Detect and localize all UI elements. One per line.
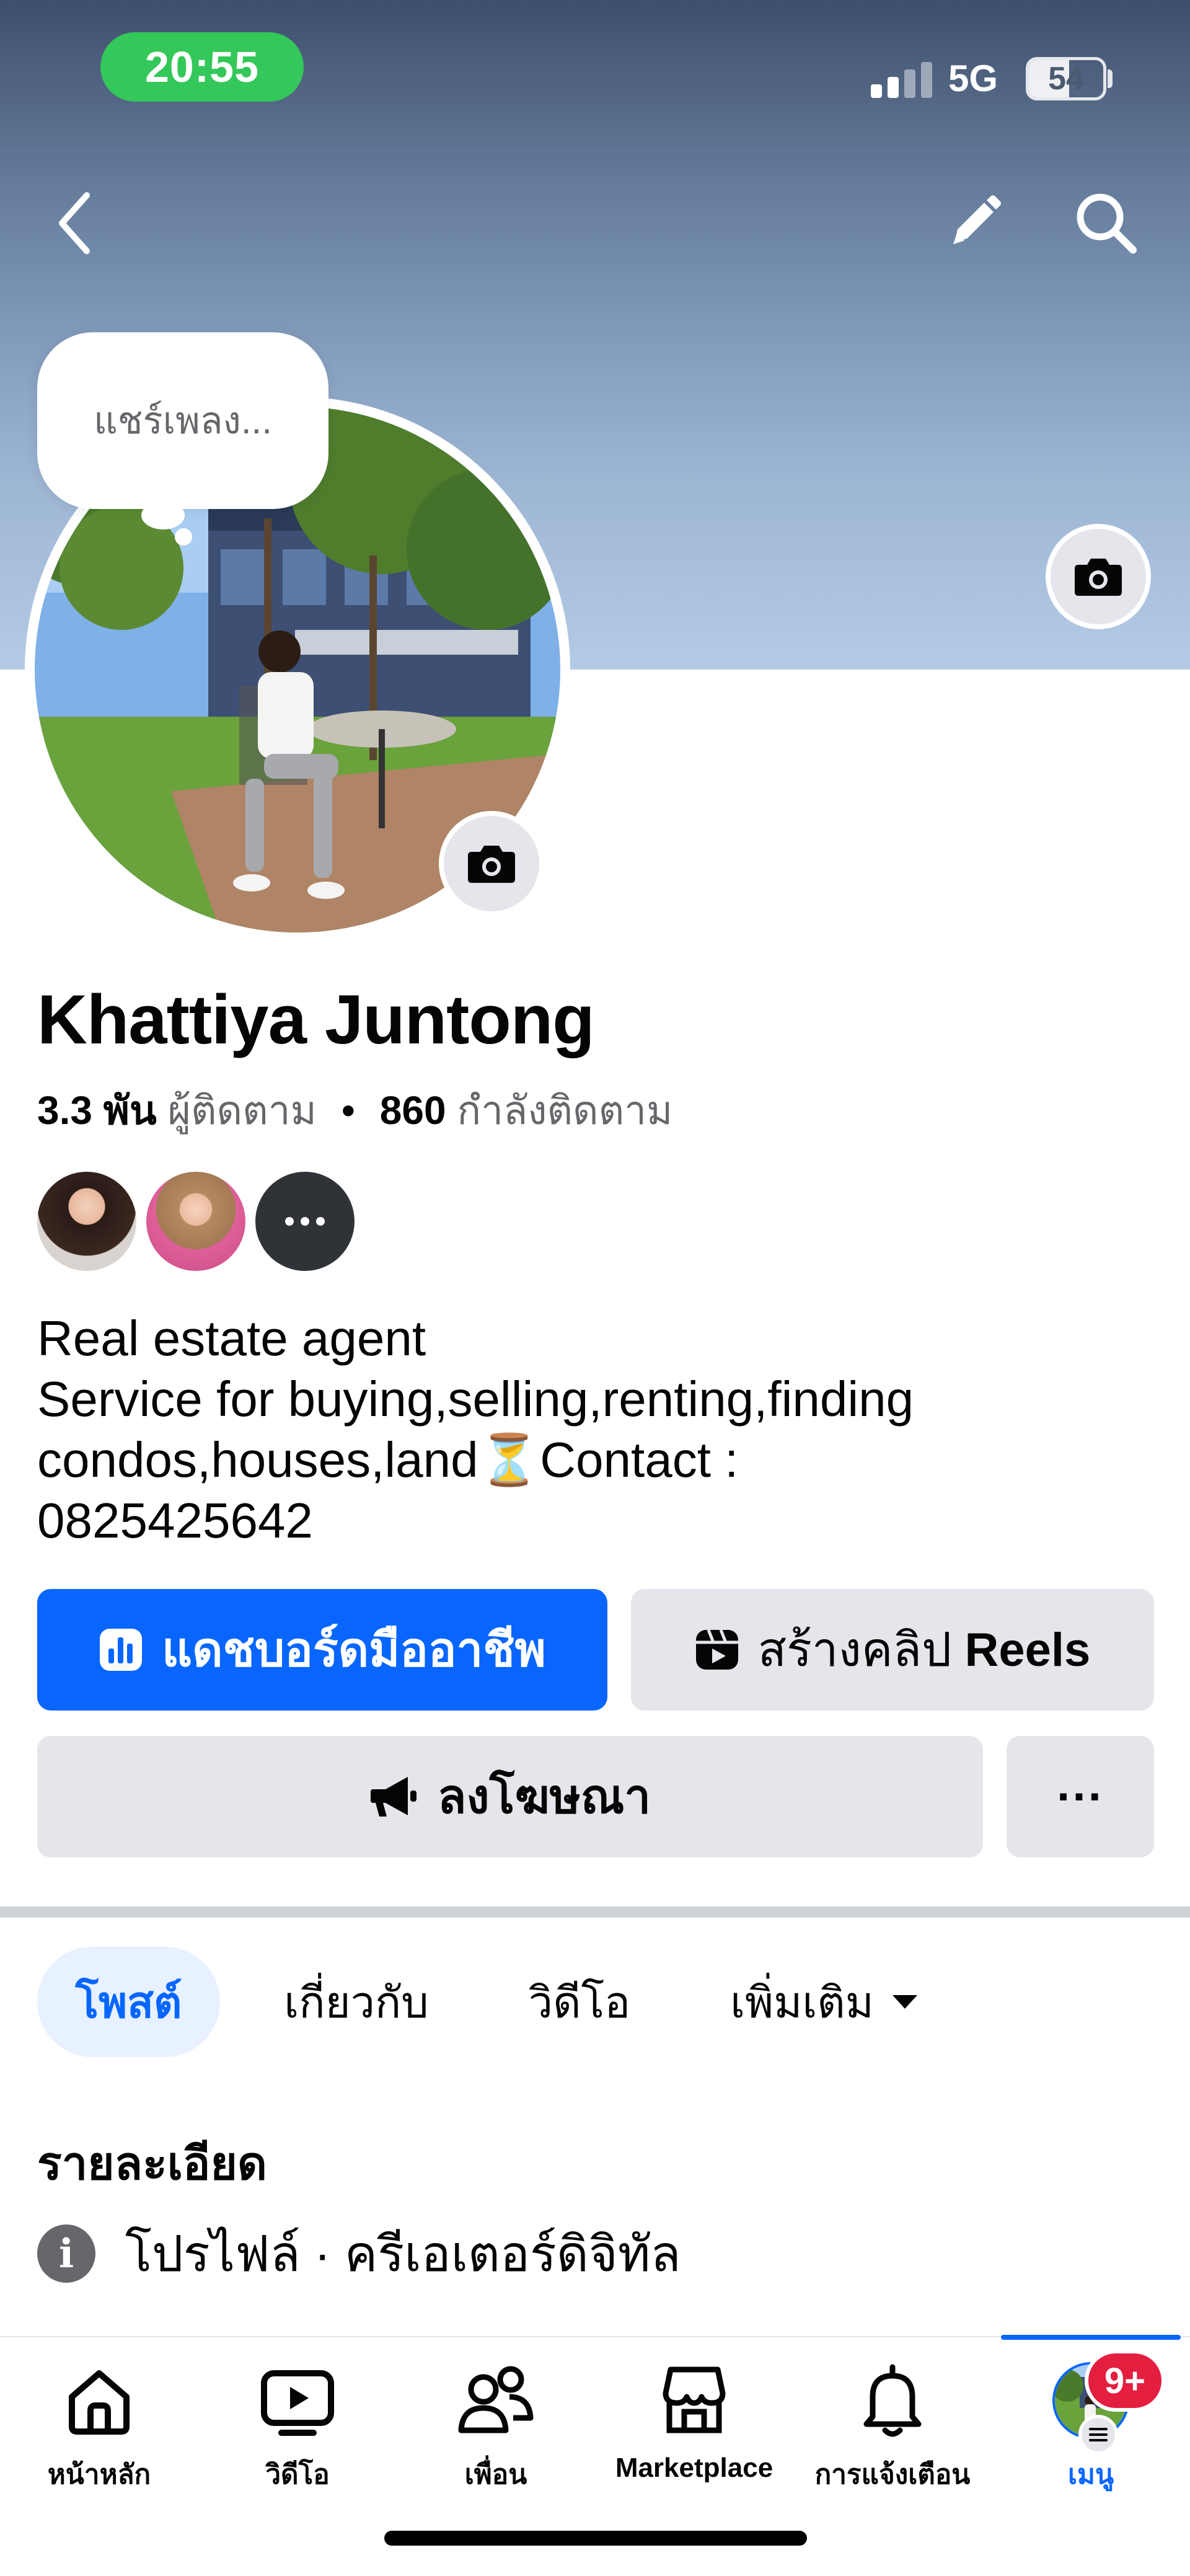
tab-about-label: เกี่ยวกับ	[284, 1978, 429, 2027]
nav-home-label: หน้าหลัก	[47, 2459, 151, 2490]
follower-avatar[interactable]	[37, 1172, 136, 1271]
bio-line: condos,houses,land⏳Contact :	[37, 1432, 739, 1487]
tab-posts-label: โพสต์	[75, 1978, 182, 2027]
friends-icon	[458, 2366, 534, 2433]
followers-count: 3.3 พัน	[37, 1088, 157, 1133]
nav-friends[interactable]: เพื่อน	[397, 2362, 595, 2505]
caret-down-icon	[892, 1995, 917, 2009]
profile-name: Khattiya Juntong	[37, 981, 595, 1058]
tab-posts[interactable]: โพสต์	[37, 1947, 220, 2057]
home-indicator	[384, 2531, 807, 2546]
search-button[interactable]	[1066, 186, 1147, 260]
reels-suffix: Reels	[964, 1624, 1091, 1676]
dashboard-label: แดชบอร์ดมืออาชีพ	[162, 1624, 546, 1676]
nav-notifications[interactable]: การแจ้งเตือน	[793, 2362, 992, 2505]
tab-about[interactable]: เกี่ยวกับ	[260, 1947, 452, 2057]
signal-icon	[871, 61, 933, 98]
edit-button[interactable]	[936, 186, 1010, 260]
status-time: 20:55	[100, 32, 304, 102]
more-followers-button[interactable]	[255, 1172, 355, 1271]
details-title: รายละเอียด	[37, 2138, 267, 2189]
camera-icon	[1075, 559, 1122, 596]
section-divider	[0, 1906, 1190, 1918]
marketplace-icon	[663, 2366, 726, 2433]
reels-icon	[695, 1629, 738, 1670]
stats-separator: •	[341, 1088, 355, 1133]
more-dots-icon	[285, 1217, 325, 1226]
menu-lines-icon	[1078, 2415, 1118, 2454]
nav-home[interactable]: หน้าหลัก	[0, 2362, 198, 2505]
profile-type-row: i โปรไฟล์ · ครีเอเตอร์ดิจิทัล	[37, 2213, 681, 2294]
bio-line: 0825425642	[37, 1493, 313, 1548]
battery-icon: 54	[1026, 57, 1106, 100]
nav-marketplace[interactable]: Marketplace	[595, 2362, 793, 2505]
professional-dashboard-button[interactable]: แดชบอร์ดมืออาชีพ	[37, 1589, 607, 1711]
profile-type-text: โปรไฟล์ · ครีเอเตอร์ดิจิทัล	[125, 2226, 681, 2282]
tab-videos[interactable]: วิดีโอ	[496, 1947, 663, 2057]
bio-line: Service for buying,selling,renting,findi…	[37, 1371, 914, 1427]
info-icon: i	[37, 2224, 95, 2283]
tab-more[interactable]: เพิ่มเติม	[707, 1947, 942, 2057]
nav-notifications-label: การแจ้งเตือน	[814, 2459, 971, 2490]
search-icon	[1077, 193, 1137, 254]
back-button[interactable]	[43, 186, 105, 260]
note-bubble-tail	[141, 501, 185, 529]
nav-menu-label: เมนู	[1067, 2459, 1114, 2490]
create-reels-button[interactable]: สร้างคลิป Reels	[631, 1589, 1154, 1711]
nav-marketplace-label: Marketplace	[615, 2453, 774, 2483]
chevron-left-icon	[59, 192, 90, 254]
more-actions-label: ···	[1057, 1770, 1104, 1823]
bell-icon	[863, 2364, 922, 2437]
nav-video-label: วิดีโอ	[265, 2459, 330, 2490]
more-actions-button[interactable]: ···	[1007, 1736, 1154, 1857]
video-icon	[261, 2370, 334, 2436]
profile-camera-button[interactable]	[439, 811, 544, 916]
advertise-label: ลงโฆษณา	[437, 1771, 651, 1823]
nav-friends-label: เพื่อน	[464, 2459, 527, 2490]
tab-videos-label: วิดีโอ	[528, 1978, 631, 2027]
profile-bio: Real estate agent Service for buying,sel…	[37, 1308, 1128, 1551]
dashboard-chart-icon	[100, 1629, 143, 1671]
followers-label: ผู้ติดตาม	[167, 1088, 317, 1133]
cover-camera-button[interactable]	[1046, 524, 1151, 629]
note-bubble[interactable]: แชร์เพลง...	[37, 332, 328, 509]
home-icon	[69, 2370, 130, 2435]
reels-prefix: สร้างคลิป	[757, 1624, 965, 1676]
tab-more-label: เพิ่มเติม	[730, 1978, 874, 2027]
notification-badge: 9+	[1085, 2350, 1165, 2412]
camera-icon	[468, 846, 515, 883]
follower-avatar[interactable]	[146, 1172, 245, 1271]
following-label: กำลังติดตาม	[457, 1088, 673, 1133]
nav-video[interactable]: วิดีโอ	[198, 2362, 397, 2505]
battery-tip	[1108, 69, 1113, 88]
battery-level: 54	[1048, 61, 1084, 97]
network-label: 5G	[948, 58, 998, 99]
megaphone-icon	[370, 1777, 416, 1817]
advertise-button[interactable]: ลงโฆษณา	[37, 1736, 983, 1857]
bio-line: Real estate agent	[37, 1311, 426, 1366]
following-count: 860	[379, 1088, 446, 1133]
follow-stats[interactable]: 3.3 พัน ผู้ติดตาม • 860 กำลังติดตาม	[37, 1079, 672, 1142]
note-bubble-tail-dot	[175, 528, 192, 546]
nav-active-indicator	[1001, 2335, 1181, 2340]
pencil-icon	[953, 195, 1001, 244]
